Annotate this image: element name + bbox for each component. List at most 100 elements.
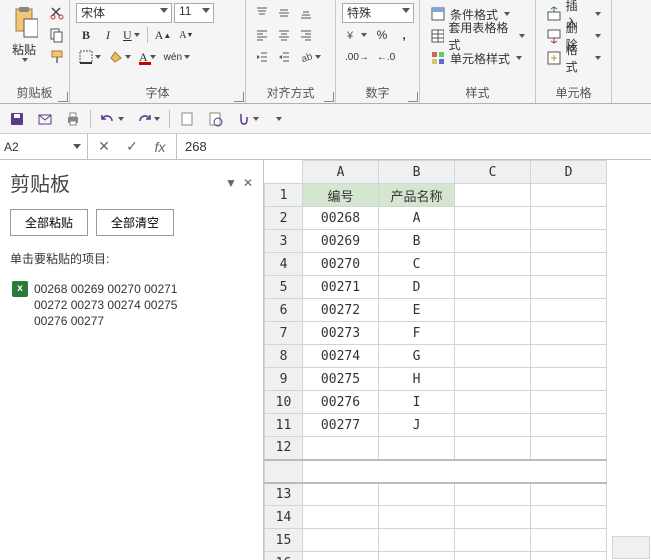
cell-D12[interactable] <box>531 437 607 460</box>
formula-input[interactable]: 268 <box>177 134 651 159</box>
cell-A11[interactable]: 00277 <box>303 414 379 437</box>
align-center-button[interactable] <box>274 25 294 45</box>
cell-C10[interactable] <box>455 391 531 414</box>
cell-C1[interactable] <box>455 184 531 207</box>
cell-C13[interactable] <box>455 483 531 506</box>
cell-C7[interactable] <box>455 322 531 345</box>
cell-B2[interactable]: A <box>379 207 455 230</box>
cell-B5[interactable]: D <box>379 276 455 299</box>
decrease-indent-button[interactable] <box>252 47 272 67</box>
fill-color-button[interactable] <box>106 47 134 67</box>
format-painter-button[interactable] <box>46 47 68 67</box>
cell-B13[interactable] <box>379 483 455 506</box>
cell-D6[interactable] <box>531 299 607 322</box>
cell-A4[interactable]: 00270 <box>303 253 379 276</box>
email-button[interactable] <box>34 109 56 129</box>
row-header-13[interactable]: 13 <box>265 483 303 506</box>
row-header-11[interactable]: 11 <box>265 414 303 437</box>
select-all-corner[interactable] <box>612 536 650 559</box>
cell-B10[interactable]: I <box>379 391 455 414</box>
cell-B16[interactable] <box>379 552 455 560</box>
format-as-table-button[interactable]: 套用表格格式 <box>426 25 529 47</box>
cell-A15[interactable] <box>303 529 379 552</box>
clipboard-item[interactable]: x 00268 00269 00270 00271 00272 00273 00… <box>10 279 253 331</box>
cut-button[interactable] <box>46 3 68 23</box>
cell-A1[interactable]: 编号 <box>303 184 379 207</box>
cell-B12[interactable] <box>379 437 455 460</box>
cell-styles-button[interactable]: 单元格样式 <box>426 47 529 69</box>
cell-D14[interactable] <box>531 506 607 529</box>
cell-D8[interactable] <box>531 345 607 368</box>
quick-print-button[interactable] <box>62 109 84 129</box>
cell-D16[interactable] <box>531 552 607 560</box>
cell-D3[interactable] <box>531 230 607 253</box>
row-header-2[interactable]: 2 <box>265 207 303 230</box>
undo-button[interactable] <box>97 109 127 129</box>
print-preview-button[interactable] <box>204 109 226 129</box>
row-header-9[interactable]: 9 <box>265 368 303 391</box>
cell-B4[interactable]: C <box>379 253 455 276</box>
align-bottom-button[interactable] <box>296 3 316 23</box>
row-header-16[interactable]: 16 <box>265 552 303 560</box>
cell-B15[interactable] <box>379 529 455 552</box>
orientation-button[interactable]: ab <box>296 47 324 67</box>
col-header-A[interactable]: A <box>303 161 379 184</box>
increase-decimal-button[interactable]: .00→ <box>342 47 372 67</box>
dialog-launcher-clipboard[interactable] <box>58 92 68 102</box>
cell-B8[interactable]: G <box>379 345 455 368</box>
customize-qat-button[interactable] <box>268 109 288 129</box>
cell-A3[interactable]: 00269 <box>303 230 379 253</box>
enter-button[interactable]: ✓ <box>118 134 146 159</box>
number-format-select[interactable]: 特殊 <box>342 3 414 23</box>
row-header-15[interactable]: 15 <box>265 529 303 552</box>
italic-button[interactable]: I <box>98 25 118 45</box>
row-header-10[interactable]: 10 <box>265 391 303 414</box>
cell-D5[interactable] <box>531 276 607 299</box>
row-header-4[interactable]: 4 <box>265 253 303 276</box>
clear-all-button[interactable]: 全部清空 <box>96 209 174 236</box>
cell-B7[interactable]: F <box>379 322 455 345</box>
cell-C5[interactable] <box>455 276 531 299</box>
bold-button[interactable]: B <box>76 25 96 45</box>
cell-C4[interactable] <box>455 253 531 276</box>
cell-B14[interactable] <box>379 506 455 529</box>
font-name-select[interactable]: 宋体 <box>76 3 172 23</box>
cell-C9[interactable] <box>455 368 531 391</box>
cell-D2[interactable] <box>531 207 607 230</box>
cell-A14[interactable] <box>303 506 379 529</box>
dialog-launcher-number[interactable] <box>408 92 418 102</box>
new-button[interactable] <box>176 109 198 129</box>
cell-C6[interactable] <box>455 299 531 322</box>
cell-D7[interactable] <box>531 322 607 345</box>
align-middle-button[interactable] <box>274 3 294 23</box>
font-color-button[interactable]: A <box>136 47 159 67</box>
close-icon[interactable]: ✕ <box>243 176 253 190</box>
border-button[interactable] <box>76 47 104 67</box>
col-header-B[interactable]: B <box>379 161 455 184</box>
cell-A9[interactable]: 00275 <box>303 368 379 391</box>
redo-button[interactable] <box>133 109 163 129</box>
copy-button[interactable] <box>46 25 68 45</box>
increase-font-button[interactable]: A▲ <box>152 25 175 45</box>
cell-C8[interactable] <box>455 345 531 368</box>
cell-D4[interactable] <box>531 253 607 276</box>
cell-D11[interactable] <box>531 414 607 437</box>
row-header-6[interactable]: 6 <box>265 299 303 322</box>
cell-A10[interactable]: 00276 <box>303 391 379 414</box>
align-left-button[interactable] <box>252 25 272 45</box>
align-right-button[interactable] <box>296 25 316 45</box>
col-header-C[interactable]: C <box>455 161 531 184</box>
cell-C11[interactable] <box>455 414 531 437</box>
cell-B1[interactable]: 产品名称 <box>379 184 455 207</box>
cell-A6[interactable]: 00272 <box>303 299 379 322</box>
align-top-button[interactable] <box>252 3 272 23</box>
cell-C2[interactable] <box>455 207 531 230</box>
paste-all-button[interactable]: 全部粘贴 <box>10 209 88 236</box>
cell-B6[interactable]: E <box>379 299 455 322</box>
row-header-12[interactable]: 12 <box>265 437 303 460</box>
cell-A5[interactable]: 00271 <box>303 276 379 299</box>
font-size-select[interactable]: 11 <box>174 3 214 23</box>
fx-button[interactable]: fx <box>146 134 174 159</box>
underline-button[interactable]: U <box>120 25 143 45</box>
cell-D1[interactable] <box>531 184 607 207</box>
